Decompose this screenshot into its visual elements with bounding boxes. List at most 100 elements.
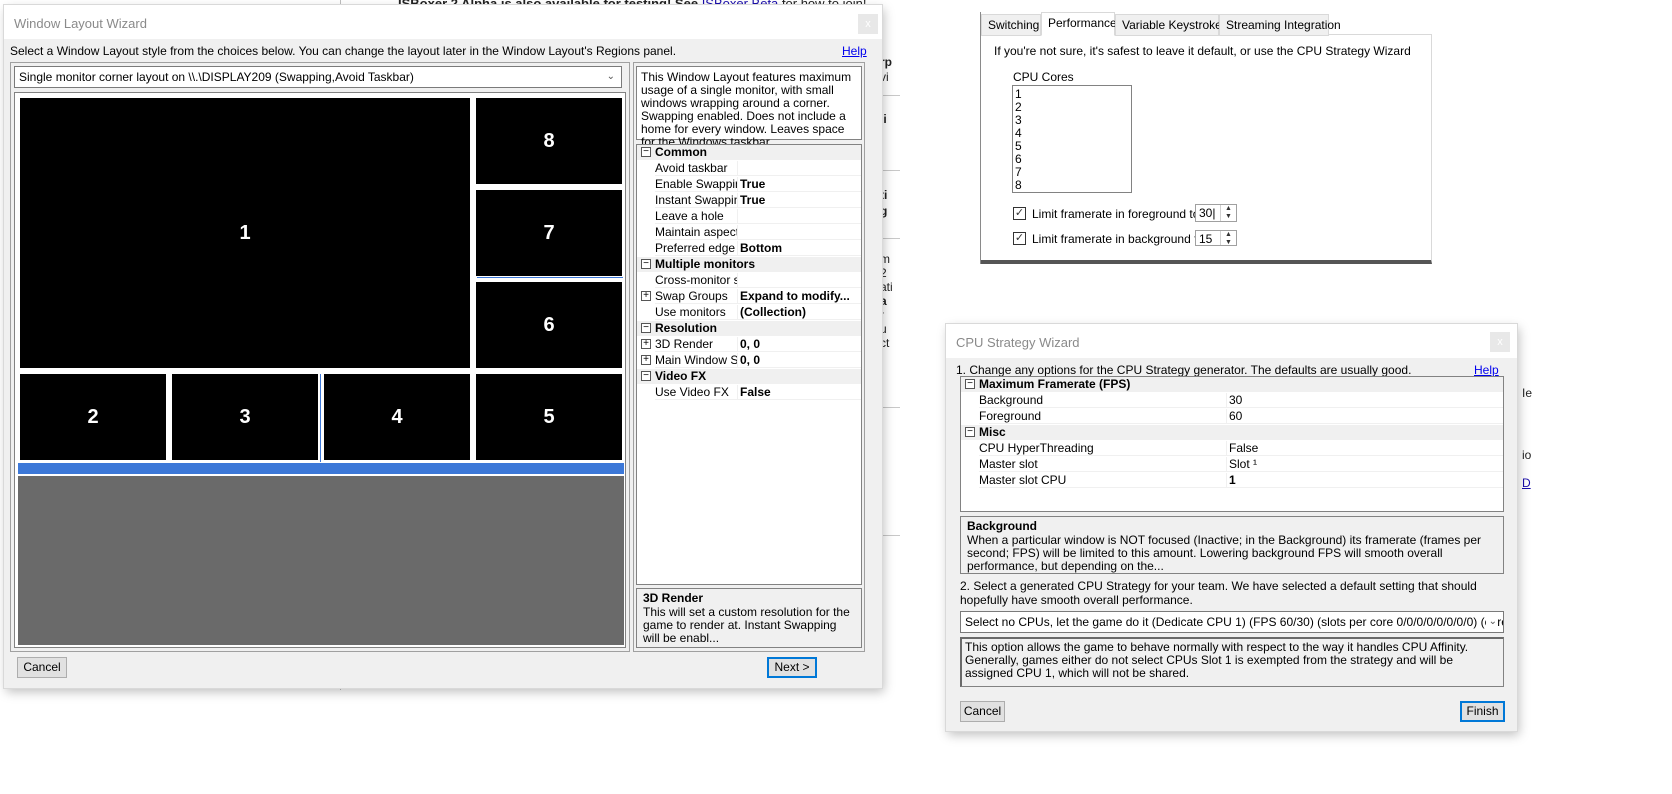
region-guide: [320, 374, 321, 462]
close-icon: x: [1497, 336, 1503, 348]
cpu-core-item[interactable]: 2: [1015, 101, 1129, 114]
region-1[interactable]: 1: [20, 98, 470, 368]
column-separator: [737, 161, 738, 176]
tab-streaming-integration[interactable]: Streaming Integration: [1219, 14, 1341, 36]
collapse-icon[interactable]: −: [641, 147, 651, 157]
property-row[interactable]: Enable SwappingTrue: [637, 177, 861, 192]
property-category[interactable]: − Maximum Framerate (FPS): [961, 377, 1503, 392]
foreground-fps-spinner[interactable]: 30| ▲ ▼: [1195, 204, 1237, 222]
category-name: Multiple monitors: [655, 257, 755, 271]
collapse-icon[interactable]: −: [641, 371, 651, 381]
expand-icon[interactable]: +: [641, 291, 651, 301]
property-value[interactable]: True: [740, 193, 857, 208]
cpu-cores-list[interactable]: 12345678: [1012, 85, 1132, 193]
property-name: Main Window Size: [655, 353, 738, 367]
collapse-icon[interactable]: −: [641, 259, 651, 269]
property-row[interactable]: Use Video FX False: [637, 385, 861, 400]
collapse-icon[interactable]: −: [641, 323, 651, 333]
limit-foreground-checkbox[interactable]: ✓: [1013, 207, 1026, 220]
dialog-title: Window Layout Wizard: [14, 16, 147, 31]
finish-button[interactable]: Finish: [1460, 701, 1505, 722]
expand-icon[interactable]: +: [641, 339, 651, 349]
cancel-button[interactable]: Cancel: [17, 657, 67, 678]
region-label: 2: [87, 405, 99, 428]
property-category[interactable]: − Common: [637, 145, 861, 160]
property-row[interactable]: + Swap Groups Expand to modify...: [637, 289, 861, 304]
property-value[interactable]: Expand to modify...: [740, 289, 857, 304]
cpu-core-item[interactable]: 3: [1015, 114, 1129, 127]
cpu-core-item[interactable]: 4: [1015, 127, 1129, 140]
region-4[interactable]: 4: [324, 374, 470, 460]
property-row[interactable]: Maintain aspect ra: [637, 225, 861, 240]
close-button[interactable]: x: [858, 14, 878, 34]
property-value[interactable]: True: [740, 177, 857, 192]
property-value[interactable]: 1: [1229, 473, 1499, 488]
property-row[interactable]: Master slot CPU 1: [961, 473, 1503, 488]
property-name: Preferred edge: [655, 241, 736, 255]
tab-variable-keystrokes[interactable]: Variable Keystrokes: [1115, 14, 1228, 36]
limit-background-label: Limit framerate in background to: [1032, 232, 1205, 246]
property-value[interactable]: False: [740, 385, 857, 400]
property-row[interactable]: + Main Window Size0, 0: [637, 353, 861, 368]
next-button[interactable]: Next >: [767, 657, 817, 678]
cpu-core-item[interactable]: 5: [1015, 140, 1129, 153]
property-category[interactable]: − Misc: [961, 425, 1503, 440]
help-link[interactable]: Help: [842, 44, 867, 58]
cpu-core-item[interactable]: 7: [1015, 166, 1129, 179]
property-row[interactable]: Background 30: [961, 393, 1503, 408]
property-row[interactable]: Leave a hole: [637, 209, 861, 224]
cancel-button[interactable]: Cancel: [960, 701, 1005, 722]
region-7[interactable]: 7: [476, 190, 622, 276]
strategy-description: This option allows the game to behave no…: [960, 637, 1504, 687]
help-link[interactable]: Help: [1474, 363, 1499, 377]
property-value[interactable]: Bottom: [740, 241, 857, 256]
region-3[interactable]: 3: [172, 374, 318, 460]
region-5[interactable]: 5: [476, 374, 622, 460]
property-value[interactable]: (Collection): [740, 305, 857, 320]
fragment-link[interactable]: D: [1522, 475, 1532, 491]
property-value[interactable]: 0, 0: [740, 337, 857, 352]
property-row[interactable]: CPU HyperThreading False: [961, 441, 1503, 456]
layout-style-select[interactable]: Single monitor corner layout on \\.\DISP…: [14, 66, 622, 88]
expand-icon[interactable]: +: [641, 355, 651, 365]
close-button[interactable]: x: [1490, 332, 1510, 352]
cpu-strategy-select[interactable]: Select no CPUs, let the game do it (Dedi…: [960, 611, 1504, 633]
cpu-core-item[interactable]: 1: [1015, 88, 1129, 101]
region-8[interactable]: 8: [476, 98, 622, 184]
property-row[interactable]: +3D Render 0, 0: [637, 337, 861, 352]
property-category[interactable]: − Multiple monitors: [637, 257, 861, 272]
property-row[interactable]: Use monitors (Collection): [637, 305, 861, 320]
property-value[interactable]: Slot ¹: [1229, 457, 1499, 472]
tab-switching[interactable]: Switching: [981, 14, 1041, 36]
cpu-property-grid: − Maximum Framerate (FPS) Background 30 Fore…: [960, 376, 1504, 512]
spinner-value: 30: [1199, 206, 1213, 220]
close-icon: x: [865, 18, 871, 30]
property-name: Use monitors: [655, 305, 726, 319]
property-row[interactable]: Master slot Slot ¹: [961, 457, 1503, 472]
property-row[interactable]: Foreground 60: [961, 409, 1503, 424]
tab-performance[interactable]: Performance: [1041, 12, 1117, 36]
property-name: Instant Swapping: [655, 193, 738, 207]
cpu-core-item[interactable]: 6: [1015, 153, 1129, 166]
property-category[interactable]: − Video FX: [637, 369, 861, 384]
property-row[interactable]: Instant Swapping True: [637, 193, 861, 208]
cpu-core-item[interactable]: 8: [1015, 179, 1129, 192]
property-row[interactable]: Avoid taskbar: [637, 161, 861, 176]
region-2[interactable]: 2: [20, 374, 166, 460]
spin-arrows-icon[interactable]: ▲ ▼: [1220, 205, 1236, 221]
property-value[interactable]: 30: [1229, 393, 1499, 408]
background-fps-spinner[interactable]: 15 ▲ ▼: [1195, 230, 1237, 246]
region-6[interactable]: 6: [476, 282, 622, 368]
tab-label: Streaming Integration: [1226, 18, 1341, 32]
spin-arrows-icon[interactable]: ▲ ▼: [1220, 231, 1236, 245]
property-value[interactable]: 0, 0: [740, 353, 857, 368]
page-rule: [880, 238, 900, 239]
property-row[interactable]: Preferred edge Bottom: [637, 241, 861, 256]
collapse-icon[interactable]: −: [965, 427, 975, 437]
limit-background-checkbox[interactable]: ✓: [1013, 232, 1026, 245]
collapse-icon[interactable]: −: [965, 379, 975, 389]
property-row[interactable]: Cross-monitor swa: [637, 273, 861, 288]
property-value[interactable]: 60: [1229, 409, 1499, 424]
property-value[interactable]: False: [1229, 441, 1499, 456]
property-category[interactable]: − Resolution: [637, 321, 861, 336]
